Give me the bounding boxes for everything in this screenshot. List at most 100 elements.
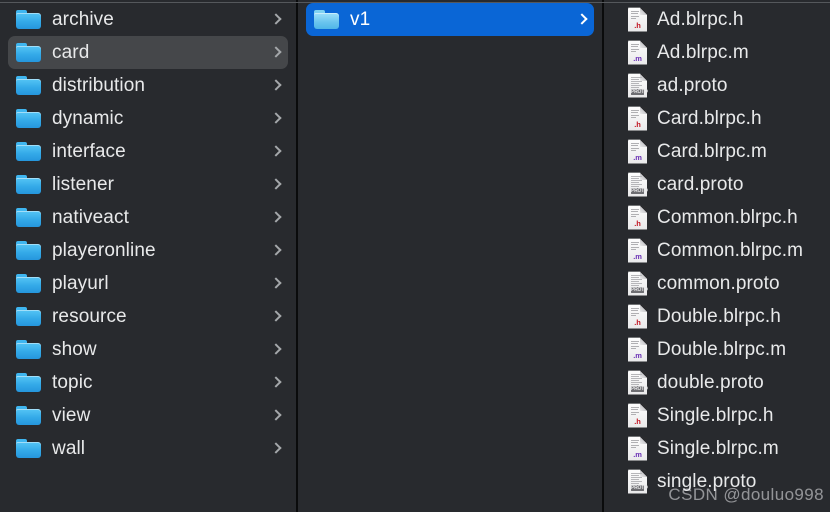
file-row[interactable]: PROTO ad.proto <box>610 69 828 102</box>
folder-icon <box>16 406 41 425</box>
folder-icon <box>16 439 41 458</box>
folder-name: wall <box>52 437 86 459</box>
proto-file-icon: PROTO <box>628 172 648 197</box>
file-name: Ad.blrpc.h <box>657 8 744 30</box>
h-file-icon: .h <box>628 304 647 329</box>
chevron-right-icon[interactable] <box>270 11 282 29</box>
folder-icon <box>16 10 41 29</box>
proto-file-icon: PROTO <box>628 271 648 296</box>
column-versions[interactable]: v1 <box>298 0 602 512</box>
folder-row[interactable]: v1 <box>306 3 594 36</box>
folder-icon <box>16 175 41 194</box>
folder-name: archive <box>52 8 114 30</box>
file-ext-label: .h <box>634 119 641 129</box>
file-row[interactable]: .m Common.blrpc.m <box>610 234 828 267</box>
column-files[interactable]: .h Ad.blrpc.h .m Ad.blrpc.m PROTO ad.proto .h C… <box>604 0 830 512</box>
file-ext-label: .m <box>633 251 642 261</box>
file-name: double.proto <box>657 371 764 393</box>
folder-row[interactable]: interface <box>8 135 288 168</box>
file-row[interactable]: .h Card.blrpc.h <box>610 102 828 135</box>
h-file-icon: .h <box>628 403 647 428</box>
file-row[interactable]: .m Ad.blrpc.m <box>610 36 828 69</box>
file-ext-label: .m <box>633 53 642 63</box>
chevron-right-icon[interactable] <box>576 11 588 29</box>
chevron-right-icon[interactable] <box>270 110 282 128</box>
folder-icon <box>16 109 41 128</box>
file-ext-label: PROTO <box>631 88 648 95</box>
proto-file-icon: PROTO <box>628 469 648 494</box>
file-name: card.proto <box>657 173 744 195</box>
file-row[interactable]: PROTO double.proto <box>610 366 828 399</box>
folder-name: view <box>52 404 91 426</box>
folder-name: show <box>52 338 97 360</box>
folder-name: interface <box>52 140 126 162</box>
folder-icon <box>314 10 339 29</box>
file-row[interactable]: .m Double.blrpc.m <box>610 333 828 366</box>
file-name: Ad.blrpc.m <box>657 41 749 63</box>
m-file-icon: .m <box>628 139 647 164</box>
file-row[interactable]: .m Card.blrpc.m <box>610 135 828 168</box>
chevron-right-icon[interactable] <box>270 242 282 260</box>
file-row[interactable]: PROTO card.proto <box>610 168 828 201</box>
file-row[interactable]: .h Ad.blrpc.h <box>610 3 828 36</box>
chevron-right-icon[interactable] <box>270 407 282 425</box>
folder-row[interactable]: wall <box>8 432 288 465</box>
m-file-icon: .m <box>628 40 647 65</box>
folder-name: topic <box>52 371 93 393</box>
folder-row[interactable]: playurl <box>8 267 288 300</box>
file-ext-label: .m <box>633 152 642 162</box>
file-name: Card.blrpc.m <box>657 140 767 162</box>
chevron-right-icon[interactable] <box>270 308 282 326</box>
folder-row[interactable]: nativeact <box>8 201 288 234</box>
m-file-icon: .m <box>628 436 647 461</box>
folder-row[interactable]: card <box>8 36 288 69</box>
file-name: Card.blrpc.h <box>657 107 762 129</box>
file-ext-label: PROTO <box>631 385 648 392</box>
folder-name: playurl <box>52 272 109 294</box>
file-name: Common.blrpc.m <box>657 239 804 261</box>
m-file-icon: .m <box>628 337 647 362</box>
chevron-right-icon[interactable] <box>270 341 282 359</box>
finder-column-view-window: archive card distribution dynamic interface l… <box>0 0 830 512</box>
file-ext-label: PROTO <box>631 286 648 293</box>
column-folders[interactable]: archive card distribution dynamic interface l… <box>0 0 296 512</box>
folder-row[interactable]: resource <box>8 300 288 333</box>
file-row[interactable]: PROTO common.proto <box>610 267 828 300</box>
version-list: v1 <box>298 3 602 36</box>
folder-list: archive card distribution dynamic interface l… <box>0 3 296 465</box>
folder-icon <box>16 142 41 161</box>
folder-row[interactable]: archive <box>8 3 288 36</box>
chevron-right-icon[interactable] <box>270 77 282 95</box>
file-ext-label: .h <box>634 20 641 30</box>
chevron-right-icon[interactable] <box>270 143 282 161</box>
folder-row[interactable]: listener <box>8 168 288 201</box>
folder-name: v1 <box>350 8 371 30</box>
file-row[interactable]: .h Single.blrpc.h <box>610 399 828 432</box>
folder-row[interactable]: topic <box>8 366 288 399</box>
folder-icon <box>16 241 41 260</box>
file-name: single.proto <box>657 470 757 492</box>
chevron-right-icon[interactable] <box>270 44 282 62</box>
chevron-right-icon[interactable] <box>270 374 282 392</box>
file-name: Common.blrpc.h <box>657 206 798 228</box>
file-ext-label: .h <box>634 218 641 228</box>
h-file-icon: .h <box>628 106 647 131</box>
file-row[interactable]: PROTO single.proto <box>610 465 828 498</box>
h-file-icon: .h <box>628 205 647 230</box>
folder-row[interactable]: distribution <box>8 69 288 102</box>
folder-name: listener <box>52 173 115 195</box>
chevron-right-icon[interactable] <box>270 275 282 293</box>
folder-row[interactable]: dynamic <box>8 102 288 135</box>
folder-row[interactable]: playeronline <box>8 234 288 267</box>
chevron-right-icon[interactable] <box>270 440 282 458</box>
folder-row[interactable]: show <box>8 333 288 366</box>
file-row[interactable]: .h Common.blrpc.h <box>610 201 828 234</box>
folder-row[interactable]: view <box>8 399 288 432</box>
folder-icon <box>16 340 41 359</box>
chevron-right-icon[interactable] <box>270 209 282 227</box>
folder-name: card <box>52 41 90 63</box>
file-row[interactable]: .h Double.blrpc.h <box>610 300 828 333</box>
file-row[interactable]: .m Single.blrpc.m <box>610 432 828 465</box>
file-name: common.proto <box>657 272 780 294</box>
chevron-right-icon[interactable] <box>270 176 282 194</box>
